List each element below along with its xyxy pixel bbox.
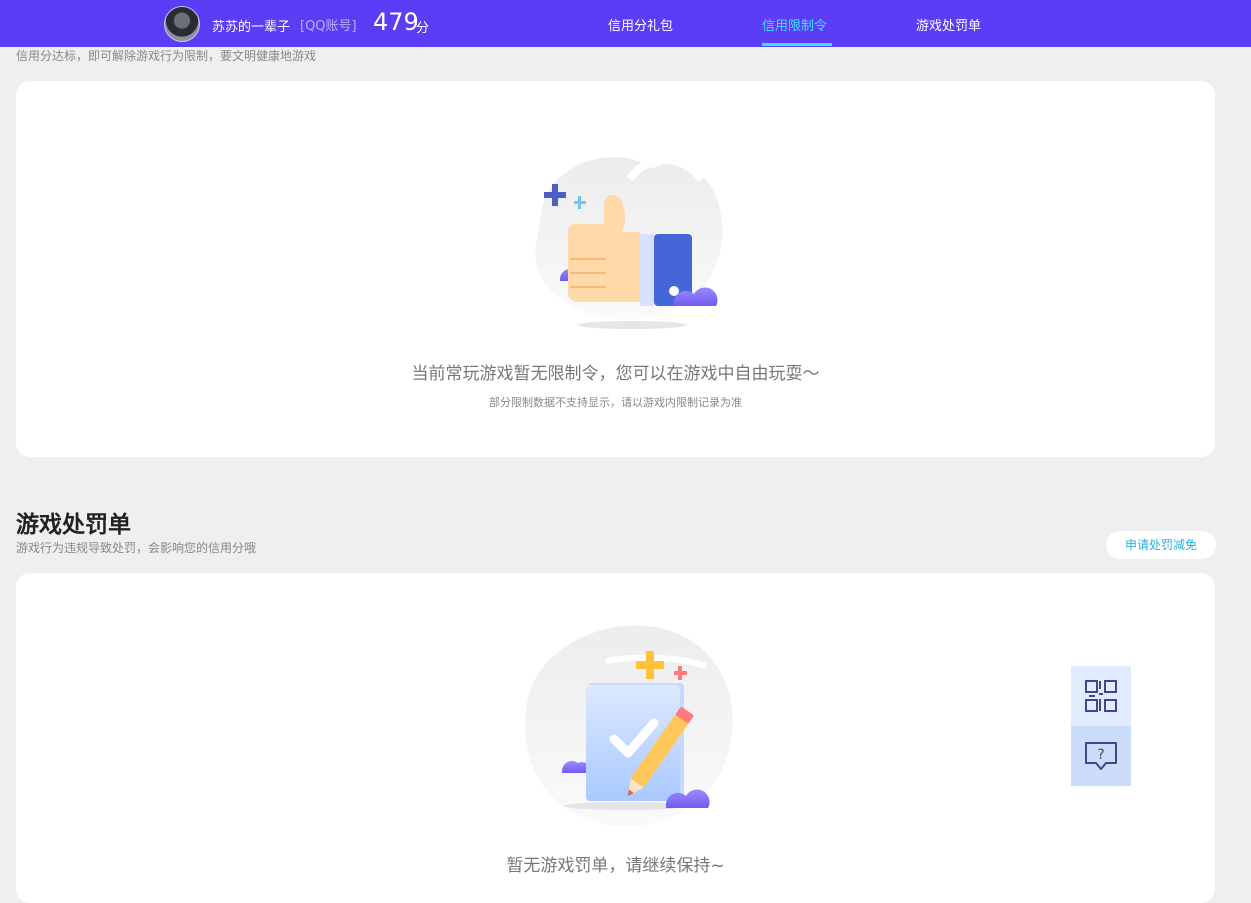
help-chat-icon: ? [1085,742,1117,770]
apply-penalty-reduction-button[interactable]: 申请处罚减免 [1106,531,1216,559]
credit-score-unit: 分 [416,21,430,36]
active-nav-indicator [762,43,832,46]
qrcode-button[interactable] [1071,666,1131,726]
nav-credit-restriction[interactable]: 信用限制令 [762,15,827,34]
account-type-tag: [QQ账号] [300,19,357,34]
credit-score-value: 479 [373,8,419,36]
floating-side-toolbar: ? [1071,666,1131,786]
top-navigation-bar: 苏苏的一辈子 [QQ账号] 479 分 信用分礼包 信用限制令 游戏处罚单 [0,0,1251,47]
avatar[interactable] [164,6,200,42]
qrcode-icon [1085,680,1117,712]
nav-credit-gift[interactable]: 信用分礼包 [608,15,673,34]
restriction-subtitle: 信用分达标，即可解除游戏行为限制，要文明健康地游戏 [16,49,317,63]
penalty-card: 暂无游戏罚单，请继续保持~ [16,573,1215,903]
penalty-empty-title: 暂无游戏罚单，请继续保持~ [506,856,725,876]
help-feedback-button[interactable]: ? [1071,726,1131,786]
checklist-pencil-illustration [524,625,733,827]
restriction-empty-title: 当前常玩游戏暂无限制令，您可以在游戏中自由玩耍～ [411,364,820,384]
penalty-section-title: 游戏处罚单 [16,512,131,538]
nav-game-penalty[interactable]: 游戏处罚单 [916,15,981,34]
svg-text:?: ? [1097,747,1104,763]
penalty-section-subtitle: 游戏行为违规导致处罚，会影响您的信用分哦 [16,541,257,555]
username: 苏苏的一辈子 [212,20,291,35]
restriction-empty-note: 部分限制数据不支持显示，请以游戏内限制记录为准 [489,396,742,409]
thumbs-up-illustration [535,156,723,329]
restriction-card: 当前常玩游戏暂无限制令，您可以在游戏中自由玩耍～ 部分限制数据不支持显示，请以游… [16,81,1215,457]
